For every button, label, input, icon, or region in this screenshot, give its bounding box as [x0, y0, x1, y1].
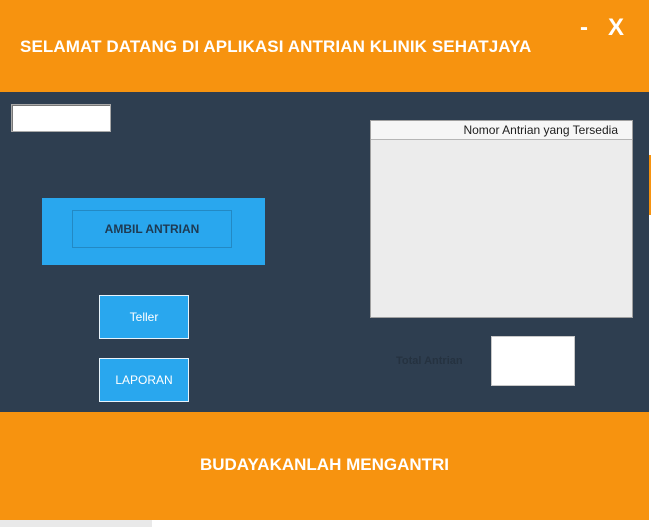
header-bar[interactable]: SELAMAT DATANG DI APLIKASI ANTRIAN KLINI… [0, 0, 649, 92]
minimize-button[interactable]: - [580, 16, 588, 40]
table-column-header[interactable]: Nomor Antrian yang Tersedia [371, 121, 632, 140]
queue-number-input[interactable] [11, 104, 111, 132]
app-title: SELAMAT DATANG DI APLIKASI ANTRIAN KLINI… [20, 37, 532, 56]
total-antrian-label: Total Antrian [396, 355, 463, 367]
footer-slogan: BUDAYAKANLAH MENGANTRI [199, 455, 450, 474]
bottom-strip-shade [0, 520, 152, 527]
teller-button[interactable]: Teller [99, 295, 189, 339]
footer-bar: BUDAYAKANLAH MENGANTRI [0, 412, 649, 520]
available-queue-table[interactable]: Nomor Antrian yang Tersedia [370, 120, 633, 318]
column-header-nomor-antrian: Nomor Antrian yang Tersedia [463, 123, 618, 137]
ambil-antrian-button[interactable]: AMBIL ANTRIAN [72, 210, 232, 248]
close-button[interactable]: X [608, 16, 624, 40]
laporan-button[interactable]: LAPORAN [99, 358, 189, 402]
total-antrian-field [491, 336, 575, 386]
